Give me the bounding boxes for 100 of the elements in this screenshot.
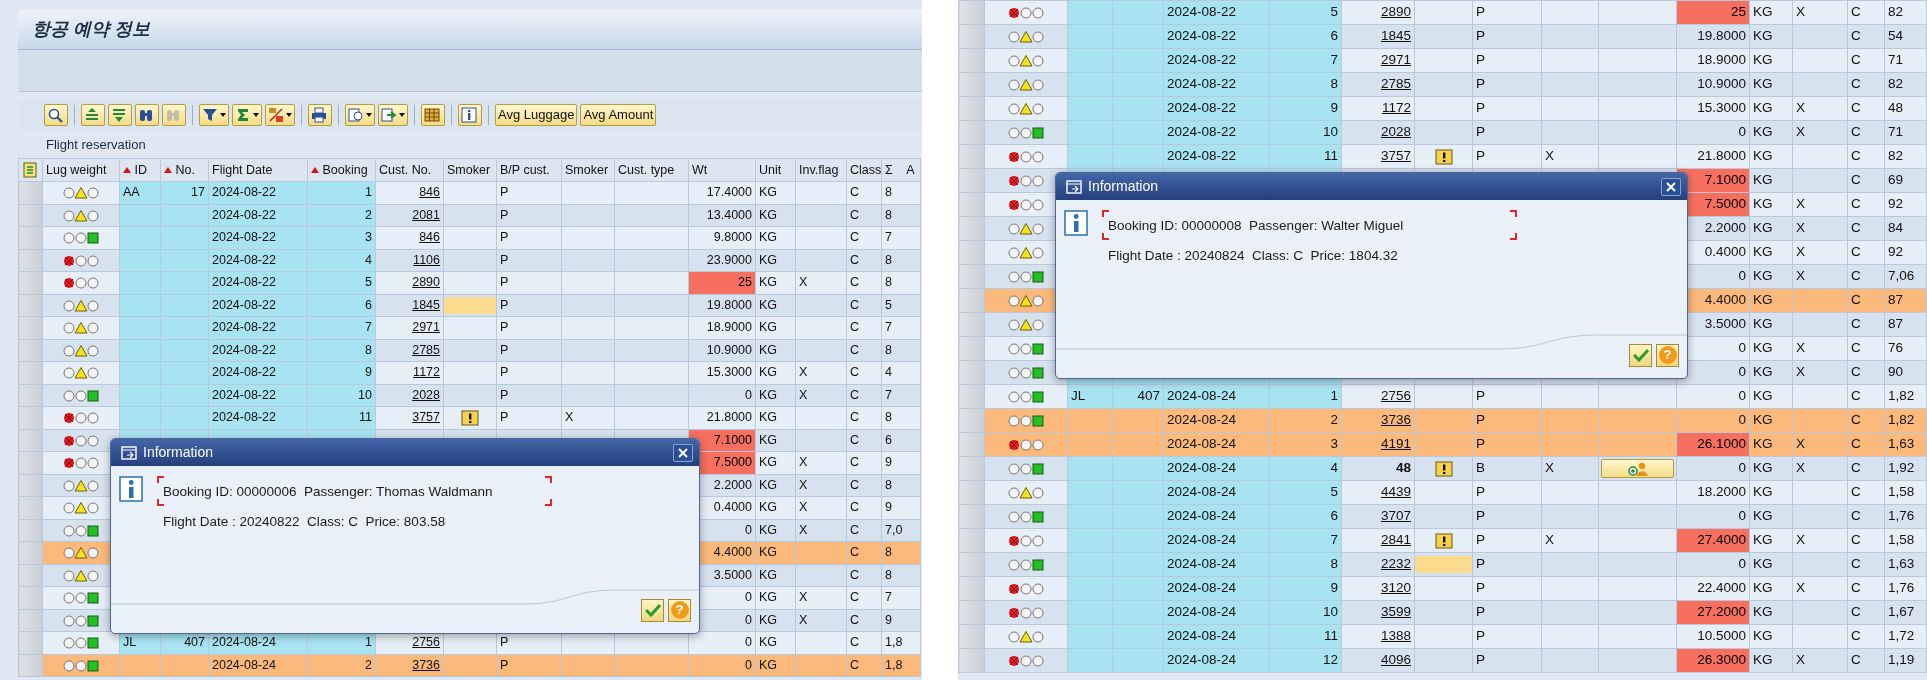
toolbar-button[interactable]: [345, 104, 375, 126]
row-selector[interactable]: [18, 564, 43, 587]
row-selector[interactable]: [958, 144, 985, 169]
customer-link[interactable]: 3757: [375, 406, 444, 429]
row-selector[interactable]: [18, 204, 43, 227]
row-selector[interactable]: [18, 654, 43, 677]
customer-link[interactable]: 3757: [1341, 144, 1415, 169]
row-selector[interactable]: [958, 480, 985, 505]
toolbar-button[interactable]: [81, 104, 105, 126]
toolbar-button[interactable]: [308, 104, 332, 126]
customer-link[interactable]: 2081: [375, 204, 444, 227]
toolbar-button[interactable]: [421, 104, 445, 126]
row-selector[interactable]: [958, 216, 985, 241]
row-selector[interactable]: [958, 624, 985, 649]
customer-link[interactable]: 4439: [1341, 480, 1415, 505]
column-header[interactable]: No.: [160, 158, 209, 182]
row-selector[interactable]: [18, 496, 43, 519]
row-selector[interactable]: [958, 168, 985, 193]
row-selector[interactable]: [18, 541, 43, 564]
column-header[interactable]: Smoker: [561, 158, 615, 182]
column-header[interactable]: Flight Date: [208, 158, 308, 182]
column-header[interactable]: Cust. type: [614, 158, 689, 182]
customer-link[interactable]: 3599: [1341, 600, 1415, 625]
column-header[interactable]: Cust. No.: [375, 158, 444, 182]
row-selector[interactable]: [958, 600, 985, 625]
row-selector[interactable]: [958, 312, 985, 337]
row-selector[interactable]: [958, 0, 985, 25]
customer-link[interactable]: 3707: [1341, 504, 1415, 529]
customer-link[interactable]: 2841: [1341, 528, 1415, 553]
row-selector[interactable]: [958, 528, 985, 553]
row-selector[interactable]: [958, 648, 985, 673]
row-selector[interactable]: [958, 96, 985, 121]
customer-link[interactable]: 4191: [1341, 432, 1415, 457]
customer-link[interactable]: 1172: [375, 361, 444, 384]
row-selector[interactable]: [958, 48, 985, 73]
row-selector[interactable]: [18, 271, 43, 294]
customer-link[interactable]: 3736: [375, 654, 444, 677]
customer-link[interactable]: 2971: [1341, 48, 1415, 73]
row-selector[interactable]: [18, 519, 43, 542]
column-header[interactable]: Inv.flag: [795, 158, 847, 182]
row-selector[interactable]: [18, 339, 43, 362]
row-selector[interactable]: [958, 288, 985, 313]
column-header[interactable]: Wt: [688, 158, 756, 182]
toolbar-button[interactable]: Avg Amount: [580, 104, 657, 126]
row-selector[interactable]: [18, 249, 43, 272]
customer-link[interactable]: 2971: [375, 316, 444, 339]
column-header[interactable]: ID: [119, 158, 161, 182]
column-header[interactable]: Lug weight: [42, 158, 120, 182]
column-header[interactable]: Σ A: [881, 158, 921, 182]
column-header[interactable]: Class: [846, 158, 882, 182]
customer-link[interactable]: 2756: [1341, 384, 1415, 409]
row-selector[interactable]: [958, 192, 985, 217]
toolbar-button[interactable]: [199, 104, 229, 126]
row-selector[interactable]: [958, 432, 985, 457]
row-selector[interactable]: [18, 609, 43, 632]
row-selector[interactable]: [958, 456, 985, 481]
customer-link[interactable]: 3120: [1341, 576, 1415, 601]
row-selector[interactable]: [18, 294, 43, 317]
customer-link[interactable]: 2028: [1341, 120, 1415, 145]
row-selector[interactable]: [18, 316, 43, 339]
input-field[interactable]: [1414, 556, 1473, 573]
row-selector[interactable]: [18, 429, 43, 452]
customer-link[interactable]: 3736: [1341, 408, 1415, 433]
column-header[interactable]: Unit: [755, 158, 796, 182]
row-selector[interactable]: [958, 240, 985, 265]
row-selector[interactable]: [958, 384, 985, 409]
row-selector[interactable]: [958, 576, 985, 601]
column-header[interactable]: Smoker: [443, 158, 497, 182]
row-selector[interactable]: [18, 226, 43, 249]
row-selector[interactable]: [958, 408, 985, 433]
row-selector[interactable]: [958, 24, 985, 49]
customer-link[interactable]: 2232: [1341, 552, 1415, 577]
toolbar-button[interactable]: [108, 104, 132, 126]
add-person-button[interactable]: [1601, 459, 1674, 478]
customer-link[interactable]: 846: [375, 226, 444, 249]
row-selector[interactable]: [958, 264, 985, 289]
toolbar-button[interactable]: [458, 104, 482, 126]
customer-link[interactable]: 846: [375, 181, 444, 204]
close-button[interactable]: [1661, 177, 1681, 196]
row-selector[interactable]: [18, 586, 43, 609]
customer-link[interactable]: 2028: [375, 384, 444, 407]
customer-link[interactable]: 1845: [375, 294, 444, 317]
customer-link[interactable]: 4096: [1341, 648, 1415, 673]
row-selector[interactable]: [18, 181, 43, 204]
customer-link[interactable]: 1388: [1341, 624, 1415, 649]
row-selector[interactable]: [958, 120, 985, 145]
customer-link[interactable]: 2890: [375, 271, 444, 294]
row-selector[interactable]: [18, 406, 43, 429]
toolbar-button[interactable]: [265, 104, 295, 126]
toolbar-button[interactable]: [135, 104, 159, 126]
row-selector[interactable]: [958, 504, 985, 529]
column-header[interactable]: Booking: [307, 158, 376, 182]
customer-link[interactable]: 2785: [1341, 72, 1415, 97]
customer-link[interactable]: 1172: [1341, 96, 1415, 121]
row-selector[interactable]: [958, 336, 985, 361]
close-button[interactable]: [673, 443, 693, 462]
customer-link[interactable]: 1106: [375, 249, 444, 272]
customer-link[interactable]: 2890: [1341, 0, 1415, 25]
row-selector[interactable]: [18, 451, 43, 474]
confirm-button[interactable]: [641, 598, 664, 622]
